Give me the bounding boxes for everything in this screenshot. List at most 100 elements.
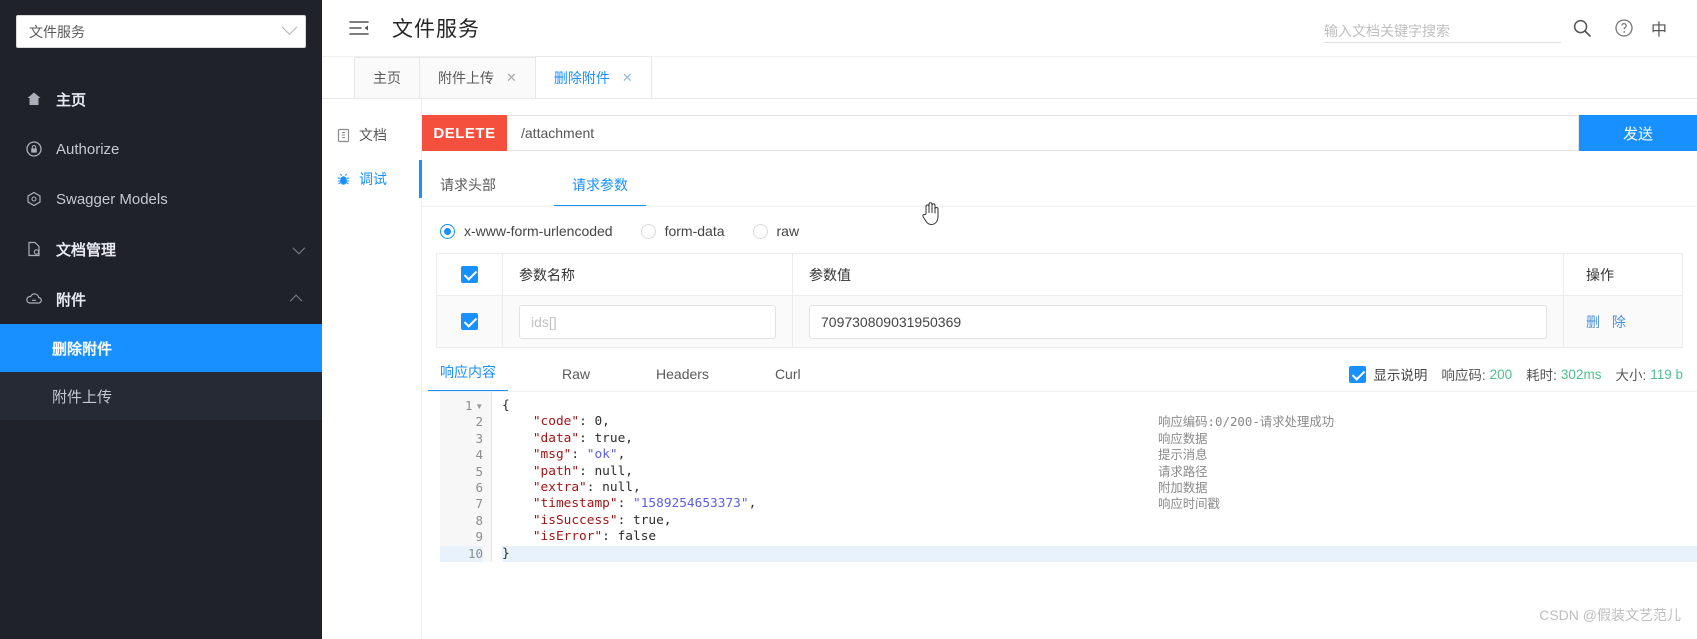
code-line: "timestamp": "1589254653373",	[532, 496, 757, 512]
line-number: 9	[475, 529, 483, 545]
bug-icon	[334, 172, 352, 187]
line-number: 2	[475, 414, 483, 430]
line-number: 7	[475, 496, 483, 512]
sidebar-item-label: Authorize	[56, 140, 120, 158]
param-name-input[interactable]	[519, 304, 776, 339]
page-title: 文件服务	[392, 18, 480, 41]
document-icon	[334, 128, 352, 143]
project-selector[interactable]: 文件服务	[16, 15, 306, 48]
line-number: 10	[440, 545, 483, 562]
status-code-label: 响应码:	[1441, 368, 1486, 383]
sidebar-item-doc-manage[interactable]: 文档管理	[0, 224, 322, 274]
size-label: 大小:	[1615, 368, 1647, 383]
page-tab-home[interactable]: 主页	[354, 57, 420, 98]
radio-dot-icon	[440, 223, 455, 239]
radio-form-data[interactable]: form-data	[640, 223, 725, 239]
home-icon	[24, 89, 44, 109]
doc-side-item-document[interactable]: 文档	[322, 113, 421, 157]
annotation-line: 响应数据	[1158, 430, 1208, 446]
annotation-line: 提示消息	[1158, 447, 1208, 463]
body-split: 文档 调试 DELETE /attachment 发送 请求头部 请求参数 x-…	[322, 99, 1697, 639]
search-icon[interactable]	[1561, 7, 1603, 49]
collapse-menu-icon[interactable]	[348, 17, 370, 39]
param-value-input[interactable]	[809, 304, 1547, 339]
doc-manage-icon	[24, 239, 44, 259]
line-number: 8	[475, 512, 483, 528]
app-root: 文件服务 主页 Authorize Swagger Models 文档管理 附件…	[0, 0, 1697, 639]
param-action-cell: 删 除	[1564, 296, 1682, 347]
search-box[interactable]	[1323, 13, 1561, 43]
sidebar-item-attachment[interactable]: 附件	[0, 274, 322, 324]
sidebar-item-authorize[interactable]: Authorize	[0, 124, 322, 174]
chevron-down-icon	[281, 19, 298, 36]
sidebar-item-swagger-models[interactable]: Swagger Models	[0, 174, 322, 224]
page-tab-upload-attachment[interactable]: 附件上传 ✕	[419, 57, 536, 98]
help-circle-icon[interactable]	[1603, 7, 1645, 49]
http-method-badge: DELETE	[422, 115, 507, 151]
request-tab-headers[interactable]: 请求头部	[440, 169, 496, 207]
search-input[interactable]	[1323, 23, 1561, 39]
params-table-header: 参数名称 参数值 操作	[437, 254, 1682, 296]
language-switch[interactable]: 中	[1645, 16, 1679, 40]
response-tab-curl[interactable]: Curl	[775, 366, 801, 392]
select-all-checkbox[interactable]	[461, 266, 478, 283]
line-number: 3	[475, 430, 483, 446]
request-url-input[interactable]: /attachment	[507, 115, 1579, 151]
radio-label: x-www-form-urlencoded	[464, 223, 613, 239]
page-tab-label: 主页	[373, 70, 401, 86]
radio-x-www-form-urlencoded[interactable]: x-www-form-urlencoded	[440, 223, 613, 239]
send-button[interactable]: 发送	[1579, 115, 1697, 151]
request-tab-label: 请求参数	[572, 177, 628, 193]
radio-raw[interactable]: raw	[752, 223, 800, 239]
sidebar-subitem-delete-attachment[interactable]: 删除附件	[0, 324, 322, 372]
watermark: CSDN @假装文艺范儿	[1539, 607, 1681, 623]
response-code-area: 1 ▾ 2 3 4 5 6 7 8 9 10 { "code": 0, "dat…	[440, 392, 1697, 562]
top-bar: 文件服务 中	[322, 0, 1697, 57]
response-tab-label: Curl	[774, 366, 801, 382]
annotation-line: 响应编码:0/200-请求处理成功	[1158, 414, 1335, 430]
code-line: "isSuccess": true,	[532, 512, 672, 528]
line-number: 4	[475, 447, 483, 463]
response-tab-label: Headers	[656, 366, 709, 382]
left-sidebar: 文件服务 主页 Authorize Swagger Models 文档管理 附件…	[0, 0, 322, 639]
table-row: 删 除	[437, 296, 1682, 348]
response-tab-raw[interactable]: Raw	[562, 366, 590, 392]
show-description-checkbox[interactable]	[1349, 365, 1367, 383]
page-tab-label: 删除附件	[553, 69, 610, 86]
radio-dot-icon	[752, 223, 768, 239]
body-type-radios: x-www-form-urlencoded form-data raw	[422, 223, 1697, 239]
response-tab-headers[interactable]: Headers	[656, 366, 709, 392]
sidebar-item-home[interactable]: 主页	[0, 74, 322, 124]
doc-side-item-debug[interactable]: 调试	[322, 157, 422, 201]
close-icon[interactable]: ✕	[506, 70, 517, 86]
sidebar-item-label: Swagger Models	[56, 190, 168, 208]
delete-param-link[interactable]: 删 除	[1586, 312, 1630, 332]
sidebar-subitem-upload-attachment[interactable]: 附件上传	[0, 372, 322, 420]
sidebar-subitem-label: 附件上传	[52, 388, 113, 406]
code-line: "path": null,	[532, 463, 633, 479]
code-line: "code": 0,	[532, 414, 610, 430]
show-description-label: 显示说明	[1373, 368, 1428, 383]
close-icon[interactable]: ✕	[622, 70, 633, 86]
radio-label: raw	[776, 223, 800, 239]
select-all-cell	[437, 254, 503, 295]
page-tab-delete-attachment[interactable]: 删除附件 ✕	[534, 56, 652, 98]
code-line: {	[502, 398, 510, 413]
doc-side-nav: 文档 调试	[322, 99, 422, 639]
fold-arrow-icon[interactable]: ▾	[475, 398, 483, 413]
row-checkbox[interactable]	[461, 313, 478, 330]
annotation-line: 响应时间戳	[1158, 496, 1220, 512]
page-tab-label: 附件上传	[438, 70, 494, 86]
debug-content: DELETE /attachment 发送 请求头部 请求参数 x-www-fo…	[422, 99, 1697, 639]
response-tab-content[interactable]: 响应内容	[428, 362, 508, 392]
project-selector-value: 文件服务	[29, 23, 85, 40]
response-json-editor[interactable]: { "code": 0, "data": true, "msg": "ok", …	[492, 392, 1697, 562]
sidebar-item-label: 主页	[56, 91, 87, 109]
request-tab-params[interactable]: 请求参数	[554, 169, 646, 207]
sidebar-subitem-label: 删除附件	[52, 340, 113, 358]
param-name-cell	[503, 296, 793, 347]
size-value: 119 b	[1650, 366, 1683, 382]
row-select-cell	[437, 296, 503, 347]
code-line-numbers: 1 ▾ 2 3 4 5 6 7 8 9 10	[440, 392, 492, 562]
response-tab-label: Raw	[562, 366, 591, 382]
